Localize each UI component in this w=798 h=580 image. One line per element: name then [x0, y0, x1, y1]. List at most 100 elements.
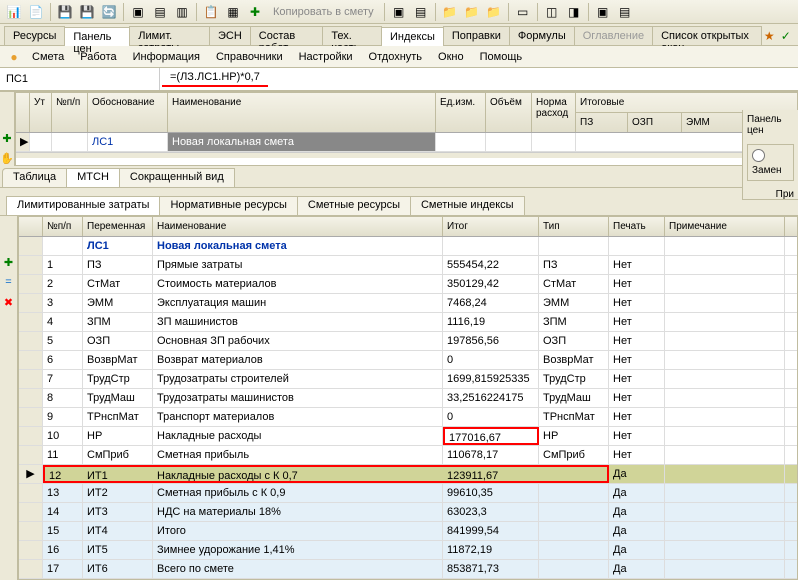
col-pz[interactable]: ПЗ — [576, 113, 628, 132]
tab-mtsn[interactable]: МТСН — [66, 168, 120, 187]
table-row[interactable]: 11 СмПриб Сметная прибыль 110678,17 СмПр… — [19, 446, 797, 465]
save2-icon[interactable]: 💾 — [77, 2, 97, 22]
table-row[interactable]: 7 ТрудСтр Трудозатраты строителей 1699,8… — [19, 370, 797, 389]
add-row-icon[interactable]: ✚ — [0, 132, 14, 146]
lcol-itog[interactable]: Итог — [443, 217, 539, 236]
tab-indexes[interactable]: Индексы — [381, 27, 444, 46]
formula-value[interactable]: =(ЛЗ.ЛС1.НР)*0,7 — [162, 69, 268, 87]
btn-a-icon[interactable]: ▣ — [389, 2, 409, 22]
table-row[interactable]: ▶ 12 ИТ1 Накладные расходы с К 0,7 12391… — [19, 465, 797, 484]
hand-icon[interactable]: ✋ — [0, 152, 14, 166]
table-row[interactable]: 15 ИТ4 Итого 841999,54 Да — [19, 522, 797, 541]
tab-work-composition[interactable]: Состав работ — [250, 26, 324, 45]
tab-limited-costs[interactable]: Лимитированные затраты — [6, 196, 160, 215]
tab-esn[interactable]: ЭСН — [209, 26, 251, 45]
tab-normative-resources[interactable]: Нормативные ресурсы — [159, 196, 297, 215]
action1-icon[interactable]: ▣ — [128, 2, 148, 22]
main-toolbar: 📊 📄 💾 💾 🔄 ▣ ▤ ▥ 📋 ▦ ✚ Копировать в смету… — [0, 0, 798, 24]
extra2-icon[interactable]: ▤ — [615, 2, 635, 22]
tab-limit-costs[interactable]: Лимит. затраты — [129, 26, 210, 45]
menu-settings[interactable]: Настройки — [291, 49, 361, 65]
lcol-prim[interactable]: Примечание — [665, 217, 785, 236]
table-row[interactable]: 2 СтМат Стоимость материалов 350129,42 С… — [19, 275, 797, 294]
menu-help[interactable]: Помощь — [472, 49, 531, 65]
tab-estimate-indexes[interactable]: Сметные индексы — [410, 196, 525, 215]
lcol-npp[interactable]: №п/п — [43, 217, 83, 236]
col-ozp[interactable]: ОЗП — [628, 113, 682, 132]
refresh-icon[interactable]: 🔄 — [99, 2, 119, 22]
apply-button[interactable]: При — [747, 189, 794, 200]
folder2-icon[interactable]: 📁 — [462, 2, 482, 22]
table-row[interactable]: 3 ЭММ Эксплуатация машин 7468,24 ЭММ Нет — [19, 294, 797, 313]
section-row[interactable]: ЛС1 Новая локальная смета — [19, 237, 797, 256]
col-edizm[interactable]: Ед.изм. — [436, 93, 486, 132]
menu-smeta[interactable]: Смета — [24, 49, 72, 65]
menu-rest[interactable]: Отдохнуть — [361, 49, 431, 65]
col-npp[interactable]: №п/п — [52, 93, 88, 132]
col-obem[interactable]: Объём — [486, 93, 532, 132]
lcol-perem[interactable]: Переменная — [83, 217, 153, 236]
copy-to-estimate-label: Копировать в смету — [267, 6, 380, 18]
tab-short-view[interactable]: Сокращенный вид — [119, 168, 235, 187]
equals-icon[interactable]: = — [2, 276, 16, 290]
table-row[interactable]: 8 ТрудМаш Трудозатраты машинистов 33,251… — [19, 389, 797, 408]
col-naim[interactable]: Наименование — [168, 93, 436, 132]
tab-formulas[interactable]: Формулы — [509, 26, 575, 45]
excel-icon[interactable]: 📊 — [4, 2, 24, 22]
replace-checkbox[interactable]: Замен — [752, 154, 782, 176]
doc-icon[interactable]: 📄 — [26, 2, 46, 22]
table-row[interactable]: 16 ИТ5 Зимнее удорожание 1,41% 11872,19 … — [19, 541, 797, 560]
table-row[interactable]: 17 ИТ6 Всего по смете 853871,73 Да — [19, 560, 797, 579]
tab-estimate-resources[interactable]: Сметные ресурсы — [297, 196, 411, 215]
table-row[interactable]: 14 ИТ3 НДС на материалы 18% 63023,3 Да — [19, 503, 797, 522]
tab-corrections[interactable]: Поправки — [443, 26, 510, 45]
table-icon[interactable]: 📋 — [201, 2, 221, 22]
col-ut[interactable]: Ут — [30, 93, 52, 132]
tab-resources[interactable]: Ресурсы — [4, 26, 65, 45]
star-icon[interactable]: ★ — [761, 26, 778, 46]
table-row[interactable]: 5 ОЗП Основная ЗП рабочих 197856,56 ОЗП … — [19, 332, 797, 351]
lcol-naim[interactable]: Наименование — [153, 217, 443, 236]
lcol-pechat[interactable]: Печать — [609, 217, 665, 236]
delete-icon[interactable]: ✖ — [2, 296, 16, 310]
col-obosn[interactable]: Обоснование — [88, 93, 168, 132]
add-icon[interactable]: ✚ — [245, 2, 265, 22]
menu-info[interactable]: Информация — [125, 49, 208, 65]
btn-b-icon[interactable]: ▤ — [411, 2, 431, 22]
add-icon[interactable]: ✚ — [2, 256, 16, 270]
grid-icon[interactable]: ▦ — [223, 2, 243, 22]
col-norma[interactable]: Норма расход — [532, 93, 576, 132]
arrange-icon[interactable]: ◨ — [564, 2, 584, 22]
tab-table[interactable]: Таблица — [2, 168, 67, 187]
table-row[interactable]: 4 ЗПМ ЗП машинистов 1116,19 ЗПМ Нет — [19, 313, 797, 332]
cascade-icon[interactable]: ▭ — [513, 2, 533, 22]
tab-open-windows[interactable]: Список открытых окон — [652, 26, 762, 45]
lcol-tip[interactable]: Тип — [539, 217, 609, 236]
extra1-icon[interactable]: ▣ — [593, 2, 613, 22]
view-tabs: Таблица МТСН Сокращенный вид — [0, 166, 798, 188]
table-row[interactable]: 13 ИТ2 Сметная прибыль с К 0,9 99610,35 … — [19, 484, 797, 503]
upper-grid-row[interactable]: ▶ ЛС1 Новая локальная смета — [16, 133, 798, 152]
col-emm[interactable]: ЭММ — [682, 113, 744, 132]
tab-tech-part[interactable]: Тех. часть — [322, 26, 382, 45]
split-icon[interactable]: ◫ — [542, 2, 562, 22]
table-row[interactable]: 10 НР Накладные расходы 177016,67 НР Нет — [19, 427, 797, 446]
menu-references[interactable]: Справочники — [208, 49, 291, 65]
table-row[interactable]: 1 ПЗ Прямые затраты 555454,22 ПЗ Нет — [19, 256, 797, 275]
lower-grid-header: №п/п Переменная Наименование Итог Тип Пе… — [19, 217, 797, 237]
menubar: ● Смета Работа Информация Справочники На… — [0, 46, 798, 68]
ribbon-tabs: Ресурсы Панель цен Лимит. затраты ЭСН Со… — [0, 24, 798, 46]
action2-icon[interactable]: ▤ — [150, 2, 170, 22]
table-row[interactable]: 6 ВозврМат Возврат материалов 0 ВозврМат… — [19, 351, 797, 370]
action3-icon[interactable]: ▥ — [172, 2, 192, 22]
tab-price-panel[interactable]: Панель цен — [64, 27, 130, 46]
tab-contents[interactable]: Оглавление — [574, 26, 653, 45]
table-row[interactable]: 9 ТРнспМат Транспорт материалов 0 ТРнспМ… — [19, 408, 797, 427]
cell-reference[interactable]: ПС1 — [0, 68, 160, 90]
menu-window[interactable]: Окно — [430, 49, 472, 65]
save-icon[interactable]: 💾 — [55, 2, 75, 22]
check-icon[interactable]: ✓ — [778, 26, 795, 46]
folder1-icon[interactable]: 📁 — [440, 2, 460, 22]
folder3-icon[interactable]: 📁 — [484, 2, 504, 22]
upper-grid-header: Ут №п/п Обоснование Наименование Ед.изм.… — [16, 93, 798, 133]
